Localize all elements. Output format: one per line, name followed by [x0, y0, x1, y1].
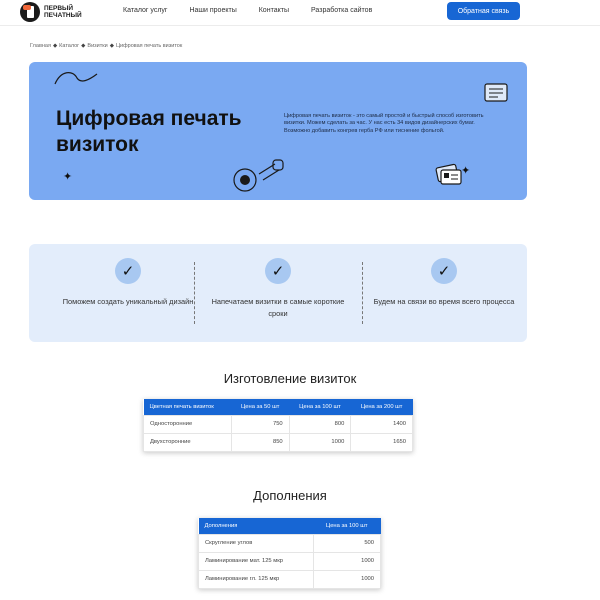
logo-text-line2: ПЕЧАТНЫЙ: [44, 12, 82, 19]
table-cell: 1000: [312, 569, 381, 589]
table-cell: Ламинирование гл. 125 мкр: [198, 569, 314, 589]
table-row: Скругление углов 500: [198, 533, 381, 553]
site-header: ПЕРВЫЙ ПЕЧАТНЫЙ Каталог услуг Наши проек…: [0, 0, 600, 26]
page-title: Цифровая печать визиток: [56, 107, 242, 156]
cards-stack-icon: [435, 163, 462, 185]
logo-text: ПЕРВЫЙ ПЕЧАТНЫЙ: [44, 5, 82, 19]
squiggle-icon: [54, 72, 98, 85]
production-section-title: Изготовление визиток: [223, 371, 357, 386]
check-icon: ✓: [265, 258, 291, 284]
breadcrumb-home[interactable]: Главная: [30, 43, 51, 49]
feature-item: ✓ Напечатаем визитки в самые короткие ср…: [203, 258, 353, 320]
nav-item-contacts[interactable]: Контакты: [259, 7, 289, 14]
table-cell: 1650: [350, 432, 413, 452]
stamp-icon: [233, 159, 284, 192]
table-header-cell: Цена за 100 шт: [313, 518, 381, 534]
features-panel: ✓ Поможем создать уникальный дизайн ✓ На…: [29, 244, 527, 342]
sparkle-icon: ✦: [63, 171, 73, 183]
table-header-cell: Цена за 50 шт: [231, 399, 290, 415]
table-cell: Скругление углов: [198, 533, 314, 553]
breadcrumb: Главная ◆ Каталог ◆ Визитки ◆ Цифровая п…: [30, 43, 182, 49]
table-cell: 750: [230, 414, 290, 434]
check-icon: ✓: [115, 258, 141, 284]
check-icon: ✓: [431, 258, 457, 284]
table-row: Ламинирование мат. 125 мкр 1000: [198, 551, 381, 571]
breadcrumb-current: Цифровая печать визиток: [115, 43, 183, 49]
table-cell: 1000: [288, 432, 352, 452]
table-cell: 850: [230, 432, 290, 452]
table-header-row: Цветная печать визиток Цена за 50 шт Цен…: [143, 399, 413, 415]
feedback-button[interactable]: Обратная связь: [447, 2, 520, 20]
table-header-cell: Цена за 200 шт: [350, 399, 413, 415]
table-header-cell: Цена за 100 шт: [289, 399, 351, 415]
business-card-icon: [484, 83, 508, 102]
feature-item: ✓ Поможем создать уникальный дизайн: [53, 258, 203, 308]
table-row: Ламинирование гл. 125 мкр 1000: [198, 569, 381, 589]
table-cell: 1400: [350, 414, 413, 434]
table-row: Односторонние 750 800 1400: [143, 414, 413, 434]
breadcrumb-separator-icon: ◆: [52, 43, 58, 49]
main-nav: Каталог услуг Наши проекты Контакты Разр…: [123, 7, 394, 14]
breadcrumb-business-cards[interactable]: Визитки: [87, 43, 107, 49]
table-cell: 500: [312, 533, 381, 553]
logo-text-line1: ПЕРВЫЙ: [44, 5, 74, 12]
table-header-cell: Дополнения: [198, 518, 313, 534]
nav-item-projects[interactable]: Наши проекты: [189, 7, 236, 14]
table-row: Двухсторонние 850 1000 1650: [143, 432, 413, 452]
extras-price-table: Дополнения Цена за 100 шт Скругление угл…: [198, 518, 381, 589]
hero-banner: Цифровая печать визиток Цифровая печать …: [29, 62, 527, 200]
logo[interactable]: ПЕРВЫЙ ПЕЧАТНЫЙ: [20, 2, 82, 22]
divider: [194, 262, 195, 324]
table-cell: Ламинирование мат. 125 мкр: [198, 551, 314, 571]
feature-item: ✓ Будем на связи во время всего процесса: [369, 258, 519, 308]
feature-text: Будем на связи во время всего процесса: [373, 297, 515, 306]
nav-item-web-dev[interactable]: Разработка сайтов: [311, 7, 372, 14]
table-header-row: Дополнения Цена за 100 шт: [198, 518, 381, 534]
breadcrumb-catalog[interactable]: Каталог: [59, 43, 79, 49]
feature-text: Поможем создать уникальный дизайн: [62, 297, 194, 306]
table-cell: 800: [288, 414, 352, 434]
table-cell: Односторонние: [143, 414, 232, 434]
breadcrumb-separator-icon: ◆: [109, 43, 114, 49]
nav-item-catalog[interactable]: Каталог услуг: [123, 7, 167, 14]
logo-icon: [20, 2, 40, 22]
production-price-table: Цветная печать визиток Цена за 50 шт Цен…: [143, 399, 413, 452]
table-cell: 1000: [312, 551, 381, 571]
divider: [362, 262, 363, 324]
breadcrumb-separator-icon: ◆: [81, 43, 86, 49]
hero-description: Цифровая печать визиток - это самый прос…: [284, 113, 484, 134]
feature-text: Напечатаем визитки в самые короткие срок…: [211, 297, 345, 318]
table-header-cell: Цветная печать визиток: [143, 399, 232, 415]
table-cell: Двухсторонние: [143, 432, 232, 452]
extras-section-title: Дополнения: [253, 488, 327, 503]
